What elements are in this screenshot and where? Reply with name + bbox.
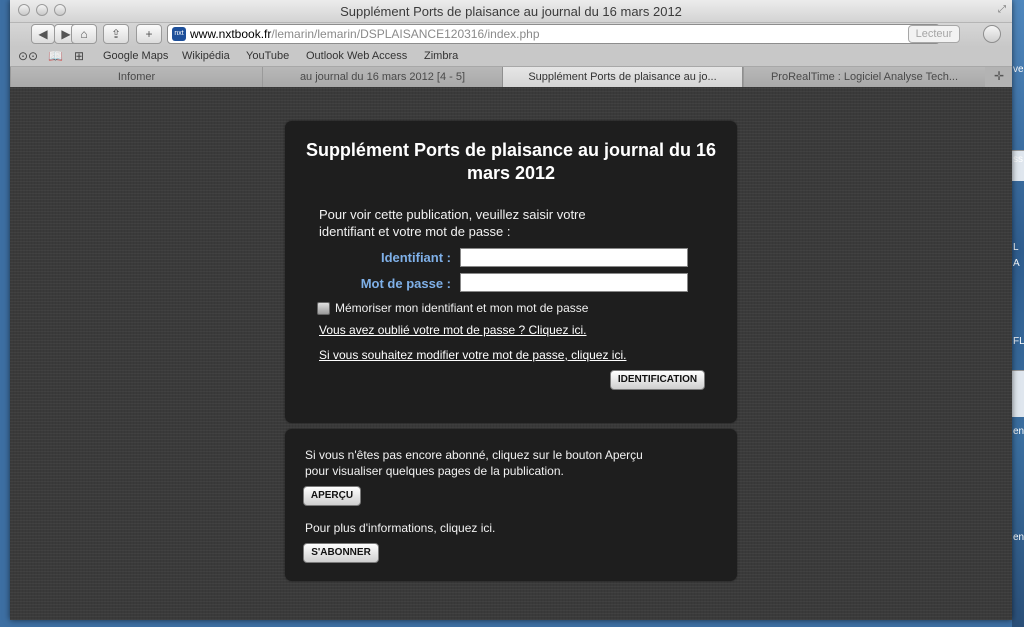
login-panel: Supplément Ports de plaisance au journal… (285, 121, 737, 423)
username-input[interactable] (460, 248, 688, 267)
tab-bar: Infomer au journal du 16 mars 2012 [4 - … (10, 67, 1012, 88)
site-favicon-icon: nxt (172, 27, 186, 41)
more-info-text: Pour plus d'informations, cliquez ici. (305, 521, 496, 535)
reading-list-icon[interactable]: ⊙⊙ (18, 49, 38, 63)
url-text: www.nxtbook.fr/lemarin/lemarin/DSPLAISAN… (190, 25, 540, 43)
address-bar[interactable]: nxt www.nxtbook.fr/lemarin/lemarin/DSPLA… (167, 24, 940, 44)
bookmark-youtube[interactable]: YouTube (246, 50, 289, 62)
desktop-text-fragment: enc (1013, 426, 1024, 437)
plus-icon: + (145, 27, 153, 41)
forgot-password-link[interactable]: Vous avez oublié votre mot de passe ? Cl… (319, 323, 586, 337)
home-button[interactable]: ⌂ (71, 24, 97, 44)
bookmarks-book-icon[interactable]: 📖 (48, 49, 63, 63)
change-password-link[interactable]: Si vous souhaitez modifier votre mot de … (319, 348, 626, 362)
tab-prorealtime[interactable]: ProRealTime : Logiciel Analyse Tech... (743, 67, 985, 87)
remember-me-label: Mémoriser mon identifiant et mon mot de … (335, 301, 589, 315)
downloads-button[interactable] (983, 25, 1001, 43)
top-sites-grid-icon[interactable]: ⊞ (74, 49, 84, 63)
url-path: /lemarin/lemarin/DSPLAISANCE120316/index… (271, 27, 540, 41)
url-host: www.nxtbook.fr (190, 27, 272, 41)
desktop-thumbnail (1012, 370, 1024, 417)
login-instructions: Pour voir cette publication, veuillez sa… (319, 207, 586, 239)
bookmark-outlook-web-access[interactable]: Outlook Web Access (306, 50, 407, 62)
title-bar: Supplément Ports de plaisance au journal… (10, 0, 1012, 23)
desktop-text-fragment: en (1013, 532, 1024, 543)
home-icon: ⌂ (80, 27, 88, 41)
publication-title: Supplément Ports de plaisance au journal… (305, 140, 717, 183)
tab-journal-16-mars[interactable]: au journal du 16 mars 2012 [4 - 5] (262, 67, 502, 87)
desktop-background: ve ss L A enc FL en (1012, 0, 1024, 627)
preview-description: Si vous n'êtes pas encore abonné, clique… (305, 448, 643, 478)
forward-arrow-icon: ▶ (61, 27, 71, 41)
fullscreen-icon[interactable]: ⤢ (998, 4, 1006, 15)
add-bookmark-button[interactable]: + (136, 24, 162, 44)
bookmarks-bar: ⊙⊙ 📖 ⊞ Google Maps Wikipédia YouTube Out… (10, 47, 1012, 67)
page-content: Supplément Ports de plaisance au journal… (10, 87, 1012, 620)
window-title: Supplément Ports de plaisance au journal… (340, 4, 682, 19)
bookmark-zimbra[interactable]: Zimbra (424, 50, 458, 62)
bookmark-google-maps[interactable]: Google Maps (103, 50, 168, 62)
preview-button[interactable]: APERÇU (303, 486, 361, 506)
tab-infomer[interactable]: Infomer (10, 67, 262, 87)
new-tab-icon[interactable]: ✛ (994, 69, 1004, 83)
identification-button[interactable]: IDENTIFICATION (610, 370, 705, 390)
bookmark-wikipedia[interactable]: Wikipédia (182, 50, 230, 62)
subscription-panel: Si vous n'êtes pas encore abonné, clique… (285, 429, 737, 581)
desktop-text-fragment: FL (1013, 336, 1024, 347)
password-label: Mot de passe : (360, 276, 451, 291)
browser-toolbar: ◀ ▶ ⌂ ⇪ + nxt www.nxtbook.fr/lemarin/lem… (10, 23, 1012, 47)
reader-button[interactable]: Lecteur (908, 25, 960, 43)
back-arrow-icon: ◀ (38, 27, 48, 41)
share-button[interactable]: ⇪ (103, 24, 129, 44)
share-icon: ⇪ (110, 27, 122, 41)
browser-window: Supplément Ports de plaisance au journal… (10, 0, 1012, 620)
remember-me-checkbox[interactable] (317, 302, 330, 315)
desktop-text-fragment: ss (1013, 154, 1023, 165)
username-label: Identifiant : (380, 250, 451, 265)
tab-supplement-ports-active[interactable]: Supplément Ports de plaisance au jo... (502, 67, 743, 87)
desktop-text-fragment: L (1013, 242, 1019, 253)
desktop-text-fragment: A (1013, 258, 1020, 269)
back-button[interactable]: ◀ (31, 24, 55, 44)
desktop-text-fragment: ve (1013, 64, 1024, 75)
subscribe-button[interactable]: S'ABONNER (303, 543, 379, 563)
password-input[interactable] (460, 273, 688, 292)
